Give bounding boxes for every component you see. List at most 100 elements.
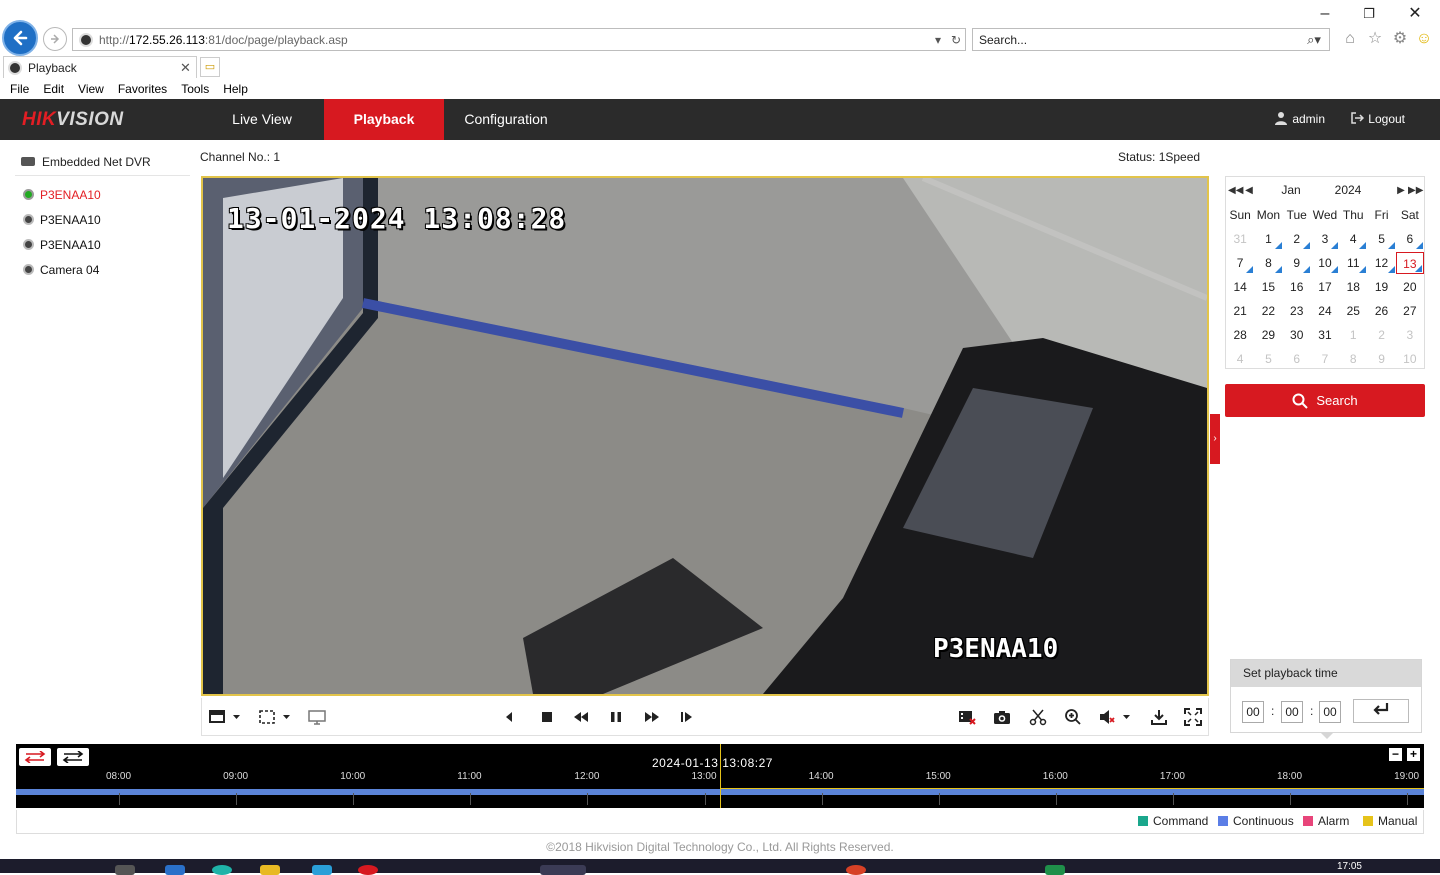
calendar-day[interactable]: 25	[1339, 300, 1367, 322]
camera-item[interactable]: Camera 04	[15, 257, 190, 282]
stop-button[interactable]	[536, 706, 558, 728]
calendar-day[interactable]: 27	[1396, 300, 1424, 322]
close-window-button[interactable]: ✕	[1400, 4, 1430, 24]
logout-button[interactable]: Logout	[1350, 99, 1405, 140]
calendar-day[interactable]: 30	[1283, 324, 1311, 346]
calendar-day[interactable]: 4	[1339, 228, 1367, 250]
pause-button[interactable]	[605, 706, 627, 728]
calendar-day[interactable]: 24	[1311, 300, 1339, 322]
second-input[interactable]: 00	[1319, 701, 1341, 723]
dropdown-icon[interactable]: ▾	[929, 33, 947, 47]
calendar-day[interactable]: 9	[1367, 348, 1395, 370]
forward-button[interactable]	[43, 27, 67, 51]
snapshot-button[interactable]	[991, 706, 1013, 728]
calendar-day[interactable]: 3	[1396, 324, 1424, 346]
calendar-day-selected[interactable]: 13	[1395, 252, 1424, 274]
fullscreen-button[interactable]	[1182, 706, 1204, 728]
calendar-day[interactable]: 21	[1226, 300, 1254, 322]
calendar-day[interactable]: 31	[1226, 228, 1254, 250]
calendar-day[interactable]: 9	[1283, 252, 1311, 274]
calendar-day[interactable]: 10	[1396, 348, 1424, 370]
calendar-day[interactable]: 7	[1226, 252, 1254, 274]
address-bar[interactable]: http://172.55.26.113:81/doc/page/playbac…	[72, 28, 966, 51]
calendar-day[interactable]: 22	[1254, 300, 1282, 322]
calendar-day[interactable]: 8	[1254, 252, 1282, 274]
calendar-day[interactable]: 8	[1339, 348, 1367, 370]
taskbar-app-icon-active[interactable]	[540, 865, 586, 875]
new-tab-button[interactable]: ▭	[200, 57, 220, 77]
timeline-zoom-out-button[interactable]: −	[1389, 748, 1402, 761]
maximize-button[interactable]: ❐	[1354, 4, 1384, 24]
next-year-icon[interactable]: ▶▶	[1408, 185, 1423, 196]
calendar-day[interactable]: 1	[1254, 228, 1282, 250]
calendar-day[interactable]: 17	[1311, 276, 1339, 298]
audio-button[interactable]	[1096, 706, 1132, 728]
tree-root-dvr[interactable]: Embedded Net DVR	[15, 148, 190, 176]
refresh-icon[interactable]: ↻	[947, 33, 965, 47]
timeline-settings-button[interactable]	[57, 748, 89, 766]
calendar-day[interactable]: 4	[1226, 348, 1254, 370]
camera-item[interactable]: P3ENAA10	[15, 232, 190, 257]
url-text[interactable]: http://172.55.26.113:81/doc/page/playbac…	[99, 33, 929, 47]
menu-favorites[interactable]: Favorites	[118, 82, 167, 96]
calendar-day[interactable]: 5	[1254, 348, 1282, 370]
taskbar-app-icon[interactable]	[212, 865, 232, 875]
calendar-day[interactable]: 2	[1283, 228, 1311, 250]
smiley-icon[interactable]: ☺	[1414, 29, 1434, 49]
camera-item[interactable]: P3ENAA10	[15, 182, 190, 207]
calendar-day[interactable]: 7	[1311, 348, 1339, 370]
camera-item[interactable]: P3ENAA10	[15, 207, 190, 232]
menu-help[interactable]: Help	[223, 82, 248, 96]
download-button[interactable]	[1148, 706, 1170, 728]
taskbar-app-icon[interactable]	[165, 865, 185, 875]
calendar-day[interactable]: 28	[1226, 324, 1254, 346]
prev-year-icon[interactable]: ◀◀	[1228, 185, 1243, 196]
taskbar-app-icon[interactable]	[260, 865, 280, 875]
single-frame-button[interactable]	[676, 706, 698, 728]
side-panel-toggle[interactable]: ›	[1210, 414, 1220, 464]
calendar-day[interactable]: 6	[1283, 348, 1311, 370]
timeline-cursor[interactable]	[720, 744, 721, 808]
clip-lock-button[interactable]	[956, 706, 978, 728]
capture-region-button[interactable]	[256, 706, 292, 728]
search-icon[interactable]: ⌕▾	[1299, 32, 1329, 48]
calendar-day[interactable]: 6	[1396, 228, 1424, 250]
window-layout-button[interactable]	[206, 706, 242, 728]
calendar-day[interactable]: 3	[1311, 228, 1339, 250]
calendar-day[interactable]: 16	[1283, 276, 1311, 298]
menu-view[interactable]: View	[78, 82, 104, 96]
gear-icon[interactable]: ⚙	[1390, 29, 1410, 49]
timeline-sync-button[interactable]	[19, 748, 51, 766]
minute-input[interactable]: 00	[1281, 701, 1303, 723]
menu-tools[interactable]: Tools	[181, 82, 209, 96]
reverse-play-button[interactable]	[498, 706, 520, 728]
menu-edit[interactable]: Edit	[43, 82, 64, 96]
calendar-day[interactable]: 11	[1339, 252, 1367, 274]
browser-search-input[interactable]: Search... ⌕▾	[972, 28, 1330, 51]
prev-month-icon[interactable]: ◀	[1242, 185, 1256, 196]
taskbar-app-icon[interactable]	[115, 865, 135, 875]
timeline-zoom-in-button[interactable]: +	[1407, 748, 1420, 761]
taskbar-app-icon[interactable]	[312, 865, 332, 875]
video-window[interactable]: 13-01-2024 13:08:28 P3ENAA10	[201, 176, 1209, 696]
calendar-day[interactable]: 12	[1367, 252, 1395, 274]
calendar-day[interactable]: 26	[1367, 300, 1395, 322]
taskbar-app-icon[interactable]	[846, 865, 866, 875]
calendar-day[interactable]: 10	[1311, 252, 1339, 274]
next-month-icon[interactable]: ▶	[1394, 185, 1408, 196]
calendar-day[interactable]: 14	[1226, 276, 1254, 298]
calendar-day[interactable]: 20	[1396, 276, 1424, 298]
hour-input[interactable]: 00	[1242, 701, 1264, 723]
taskbar-app-icon[interactable]	[1045, 865, 1065, 875]
speed-up-button[interactable]	[641, 706, 663, 728]
tab-playback[interactable]: Playback	[324, 99, 444, 140]
timeline[interactable]: 2024-01-13 13:08:27 − + 08:00 09:00 10:00 1…	[16, 744, 1424, 808]
calendar-day[interactable]: 15	[1254, 276, 1282, 298]
calendar-day[interactable]: 1	[1339, 324, 1367, 346]
slow-down-button[interactable]	[570, 706, 592, 728]
taskbar-app-icon[interactable]	[358, 865, 378, 875]
tab-configuration[interactable]: Configuration	[444, 99, 568, 140]
search-button[interactable]: Search	[1225, 384, 1425, 417]
menu-file[interactable]: File	[10, 82, 29, 96]
clip-button[interactable]	[1027, 706, 1049, 728]
